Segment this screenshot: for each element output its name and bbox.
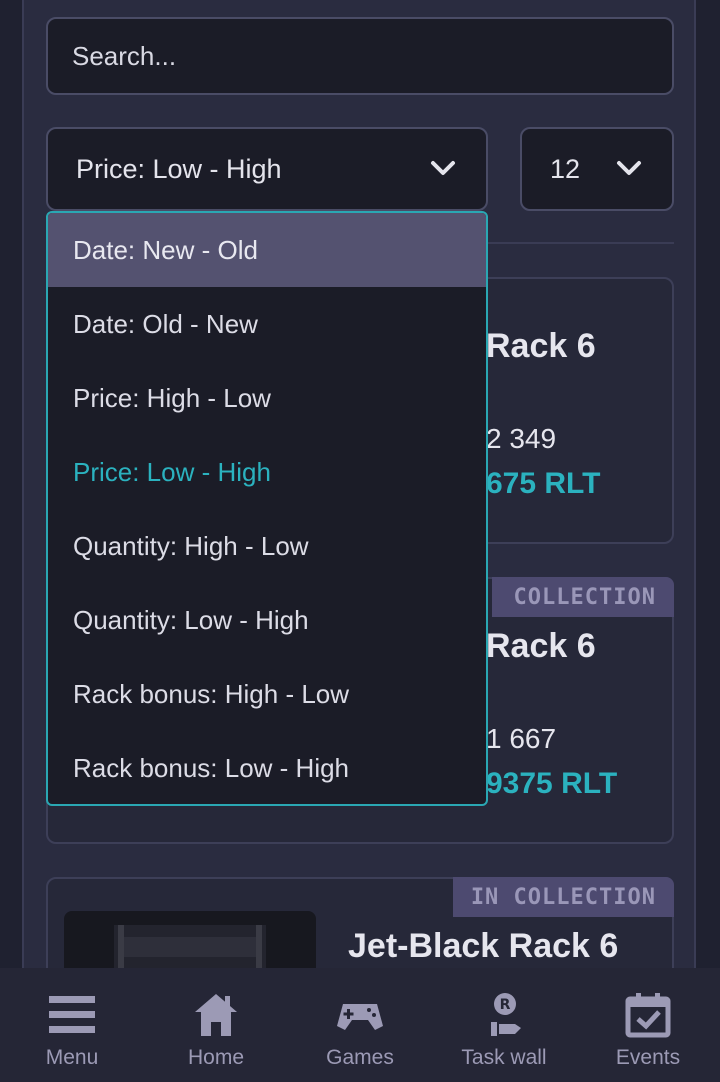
card-price: 675 RLT <box>486 467 601 500</box>
per-page-select[interactable]: 12 <box>520 127 674 211</box>
card-title: Jet-Black Rack 6 <box>348 927 619 965</box>
home-icon <box>195 994 237 1036</box>
nav-label: Events <box>615 1046 681 1069</box>
nav-label: Home <box>187 1046 245 1069</box>
nav-task-wall[interactable]: R Task wall <box>432 968 576 1082</box>
search-input[interactable]: Search... <box>46 17 674 95</box>
nav-events[interactable]: Events <box>576 968 720 1082</box>
sort-option[interactable]: Price: High - Low <box>48 361 486 435</box>
sort-option[interactable]: Quantity: Low - High <box>48 583 486 657</box>
sort-select[interactable]: Price: Low - High <box>46 127 488 211</box>
card-title: Rack 6 <box>486 627 596 665</box>
sort-selected-value: Price: Low - High <box>76 153 282 184</box>
per-page-value: 12 <box>550 153 581 184</box>
sort-option[interactable]: Date: Old - New <box>48 287 486 361</box>
nav-label: Task wall <box>461 1046 547 1069</box>
collection-badge: IN COLLECTION <box>452 877 674 917</box>
chevron-down-icon <box>431 161 455 175</box>
card-price: 9375 RLT <box>486 767 618 800</box>
calendar-icon <box>625 993 671 1038</box>
gamepad-icon <box>337 1004 383 1030</box>
svg-text:R: R <box>500 997 511 1013</box>
bottom-nav: Menu Home Games R Task wall Events <box>0 968 720 1082</box>
sort-option-selected[interactable]: Price: Low - High <box>48 435 486 509</box>
collection-badge: COLLECTION <box>491 577 674 617</box>
nav-menu[interactable]: Menu <box>0 968 144 1082</box>
nav-label: Games <box>326 1046 394 1069</box>
nav-games[interactable]: Games <box>288 968 432 1082</box>
card-quantity: 1 667 <box>486 723 557 754</box>
task-wall-icon: R <box>491 993 521 1036</box>
nav-home[interactable]: Home <box>144 968 288 1082</box>
card-quantity: 2 349 <box>486 423 557 454</box>
sort-option[interactable]: Rack bonus: Low - High <box>48 731 486 804</box>
sort-option[interactable]: Quantity: High - Low <box>48 509 486 583</box>
card-title: Rack 6 <box>486 327 596 365</box>
search-placeholder: Search... <box>72 40 177 71</box>
sort-option[interactable]: Date: New - Old <box>48 213 486 287</box>
sort-option[interactable]: Rack bonus: High - Low <box>48 657 486 731</box>
menu-icon <box>49 996 95 1033</box>
chevron-down-icon <box>617 161 641 175</box>
nav-label: Menu <box>45 1046 99 1069</box>
sort-dropdown: Date: New - Old Date: Old - New Price: H… <box>46 211 488 806</box>
